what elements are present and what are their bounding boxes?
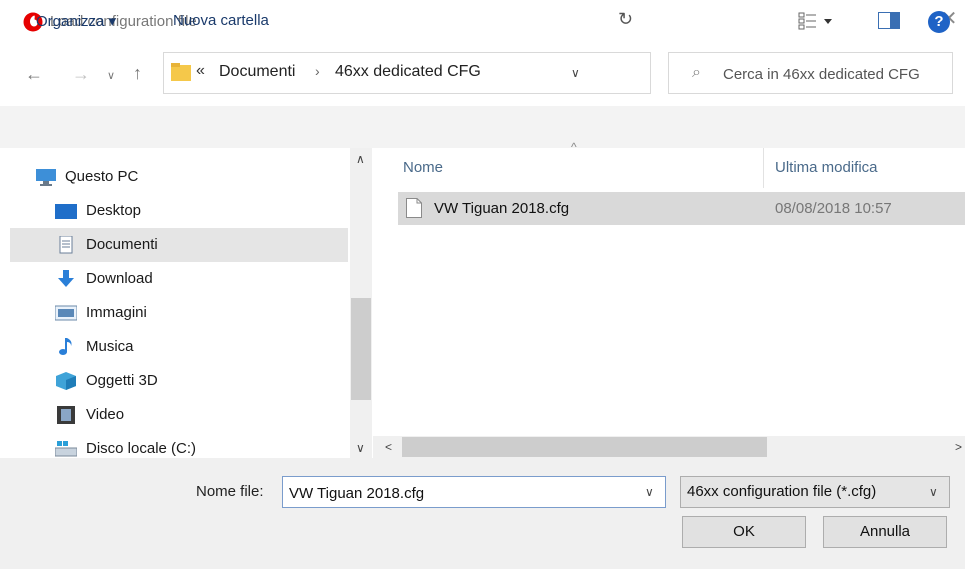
- folder-icon: [171, 63, 191, 81]
- video-icon: [57, 406, 75, 424]
- search-box[interactable]: ⌕: [668, 52, 953, 94]
- music-icon: [59, 338, 72, 355]
- scroll-right-icon[interactable]: >: [955, 440, 962, 454]
- file-name: VW Tiguan 2018.cfg: [434, 200, 570, 217]
- sidebar-item-label: Musica: [86, 338, 134, 355]
- view-options-icon[interactable]: [796, 11, 836, 31]
- filename-combobox[interactable]: ∨: [282, 476, 666, 508]
- sidebar-item-musica[interactable]: Musica: [10, 330, 348, 364]
- file-icon: [406, 198, 422, 218]
- chevron-down-icon[interactable]: ∨: [571, 66, 580, 80]
- scroll-up-icon[interactable]: ∧: [356, 152, 365, 166]
- help-icon[interactable]: ?: [928, 11, 950, 33]
- sidebar-item-label: Questo PC: [65, 168, 139, 185]
- drive-icon: [55, 441, 77, 457]
- sidebar-item-questo-pc[interactable]: Questo PC: [30, 160, 348, 194]
- cancel-button[interactable]: Annulla: [823, 516, 947, 548]
- filetype-select[interactable]: 46xx configuration file (*.cfg) ∨: [680, 476, 950, 508]
- chevron-down-icon: ∨: [929, 485, 938, 499]
- sidebar-item-label: Oggetti 3D: [86, 372, 158, 389]
- nav-scrollbar-thumb[interactable]: [351, 298, 371, 400]
- pictures-icon: [55, 305, 77, 321]
- scroll-down-icon[interactable]: ∨: [356, 441, 365, 455]
- file-modified-date: 08/08/2018 10:57: [775, 200, 892, 217]
- recent-locations-chevron-icon[interactable]: ∨: [107, 66, 115, 86]
- command-bar: [0, 106, 965, 148]
- desktop-icon: [55, 204, 77, 219]
- hscrollbar-thumb[interactable]: [402, 437, 767, 457]
- sidebar-item-label: Desktop: [86, 202, 142, 219]
- sidebar-item-label: Video: [86, 406, 125, 423]
- chevron-down-icon[interactable]: ∨: [645, 485, 654, 499]
- sidebar-item-label: Download: [86, 270, 153, 287]
- address-bar[interactable]: « Documenti › 46xx dedicated CFG ∨: [163, 52, 651, 94]
- sidebar-item-disco-locale[interactable]: Disco locale (C:): [10, 432, 348, 458]
- search-icon: ⌕: [692, 64, 701, 81]
- breadcrumb-documenti[interactable]: Documenti: [219, 63, 295, 81]
- pc-icon: [36, 169, 56, 186]
- column-header-name[interactable]: Nome: [403, 159, 443, 176]
- documents-icon: [59, 236, 73, 254]
- sidebar-item-label: Documenti: [86, 236, 158, 253]
- navigation-pane: Questo PC Desktop Documenti Download Imm…: [0, 148, 372, 458]
- sidebar-item-desktop[interactable]: Desktop: [10, 194, 348, 228]
- column-header-modified[interactable]: Ultima modifica: [775, 159, 878, 176]
- breadcrumb-current-folder[interactable]: 46xx dedicated CFG: [335, 63, 481, 81]
- preview-pane-icon[interactable]: [878, 12, 900, 29]
- breadcrumb-separator[interactable]: ›: [315, 63, 320, 79]
- footer-panel: [0, 458, 965, 569]
- objects-3d-icon: [56, 372, 76, 390]
- refresh-icon[interactable]: ↻: [618, 9, 633, 30]
- organize-button[interactable]: Organizza ▾: [36, 12, 116, 30]
- column-divider[interactable]: [763, 148, 764, 188]
- filename-label: Nome file:: [196, 483, 264, 500]
- sort-ascending-icon: ^: [571, 140, 577, 154]
- sidebar-item-video[interactable]: Video: [10, 398, 348, 432]
- forward-arrow-icon[interactable]: →: [72, 64, 90, 84]
- sidebar-item-download[interactable]: Download: [10, 262, 348, 296]
- scroll-left-icon[interactable]: <: [385, 440, 392, 454]
- overflow-chevron-icon[interactable]: «: [196, 62, 205, 80]
- download-icon: [58, 270, 74, 287]
- ok-button[interactable]: OK: [682, 516, 806, 548]
- up-arrow-icon[interactable]: ↑: [133, 63, 142, 83]
- filetype-value: 46xx configuration file (*.cfg): [687, 483, 877, 500]
- back-arrow-icon[interactable]: ←: [25, 64, 43, 84]
- filename-input[interactable]: [287, 481, 631, 505]
- search-input[interactable]: [721, 61, 950, 87]
- sidebar-item-label: Immagini: [86, 304, 147, 321]
- sidebar-item-label: Disco locale (C:): [86, 440, 197, 457]
- sidebar-item-oggetti-3d[interactable]: Oggetti 3D: [10, 364, 348, 398]
- sidebar-item-immagini[interactable]: Immagini: [10, 296, 348, 330]
- sidebar-item-documenti[interactable]: Documenti: [10, 228, 348, 262]
- file-row[interactable]: VW Tiguan 2018.cfg 08/08/2018 10:57: [398, 192, 965, 225]
- new-folder-button[interactable]: Nuova cartella: [173, 12, 269, 29]
